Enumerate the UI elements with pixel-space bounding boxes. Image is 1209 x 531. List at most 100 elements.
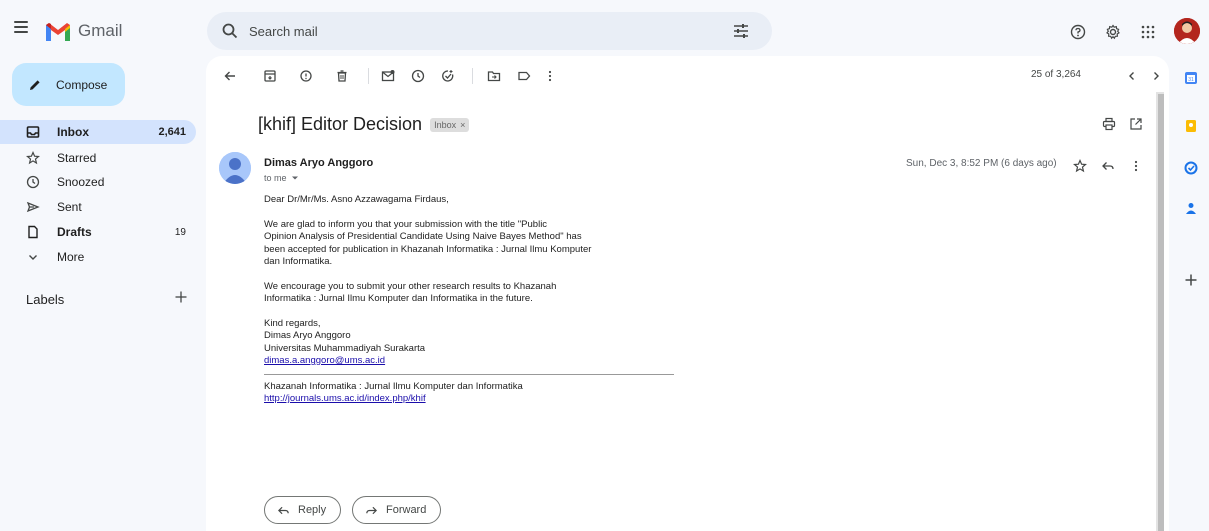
- labels-heading: Labels: [26, 292, 65, 307]
- send-icon: [26, 200, 40, 214]
- sig-line: Dimas Aryo Anggoro: [264, 330, 351, 341]
- sidebar-item-drafts[interactable]: Drafts 19: [0, 220, 196, 244]
- sig-line: Universitas Muhammadiyah Surakarta: [264, 342, 426, 354]
- profile-photo-icon: [1174, 18, 1200, 44]
- signature-divider: [264, 373, 674, 375]
- message-toolbar: 25 of 3,264: [206, 56, 1169, 96]
- unread-count: 2,641: [158, 126, 186, 138]
- add-label-icon[interactable]: [174, 290, 188, 304]
- body-line: dan Informatika.: [264, 256, 333, 267]
- compose-label: Compose: [56, 77, 108, 92]
- search-options-icon[interactable]: [732, 22, 750, 40]
- print-icon[interactable]: [1101, 116, 1117, 132]
- search-icon[interactable]: [221, 22, 239, 40]
- email-body: Dear Dr/Mr/Ms. Asno Azzawagama Firdaus, …: [264, 194, 694, 418]
- draft-icon: [26, 225, 40, 239]
- subject-row: [khif] Editor Decision Inbox ×: [258, 114, 470, 135]
- open-new-window-icon[interactable]: [1128, 116, 1144, 132]
- journal-url-link[interactable]: http://journals.ums.ac.id/index.php/khif: [264, 393, 426, 404]
- calendar-app-icon[interactable]: 31: [1183, 70, 1199, 86]
- report-spam-icon[interactable]: [298, 68, 314, 84]
- sidebar-item-inbox[interactable]: Inbox 2,641: [0, 120, 196, 144]
- message-more-icon[interactable]: [1128, 158, 1144, 174]
- tasks-app-icon[interactable]: [1183, 160, 1199, 176]
- paragraph-encourage: We encourage you to submit your other re…: [264, 281, 694, 306]
- journal-footer: Khazanah Informatika : Jurnal Ilmu Kompu…: [264, 381, 694, 406]
- reply-icon[interactable]: [1100, 158, 1116, 174]
- add-addon-plus-icon[interactable]: [1183, 272, 1199, 288]
- sidebar-item-label: More: [57, 250, 85, 264]
- body-line: Informatika : Jurnal Ilmu Komputer dan I…: [264, 293, 533, 304]
- keep-app-icon[interactable]: [1183, 118, 1199, 134]
- contacts-app-icon[interactable]: [1183, 200, 1199, 216]
- person-icon: [219, 152, 251, 184]
- mark-unread-icon[interactable]: [380, 68, 396, 84]
- forward-arrow-icon: [366, 506, 377, 514]
- sidebar-item-starred[interactable]: Starred: [0, 146, 196, 170]
- recipient-details[interactable]: to me: [264, 173, 300, 183]
- main-menu-icon[interactable]: [14, 21, 28, 33]
- forward-button[interactable]: Forward: [352, 496, 442, 524]
- star-message-icon[interactable]: [1072, 158, 1088, 174]
- svg-text:31: 31: [1188, 77, 1194, 83]
- inbox-icon: [26, 125, 40, 139]
- compose-button[interactable]: Compose: [12, 63, 125, 106]
- sidebar-item-label: Sent: [57, 200, 82, 214]
- gmail-logo[interactable]: Gmail: [44, 20, 122, 42]
- pagination-count: 25 of 3,264: [1030, 69, 1081, 80]
- archive-icon[interactable]: [262, 68, 278, 84]
- sender-avatar[interactable]: [219, 152, 251, 184]
- signature: Kind regards, Dimas Aryo Anggoro Univers…: [264, 318, 694, 368]
- sidebar-item-sent[interactable]: Sent: [0, 195, 196, 219]
- caret-down-icon: [291, 176, 298, 180]
- reply-label: Reply: [298, 504, 327, 516]
- journal-name: Khazanah Informatika : Jurnal Ilmu Kompu…: [264, 380, 523, 392]
- older-chevron-right-icon[interactable]: [1148, 68, 1164, 84]
- sidebar-item-label: Inbox: [57, 125, 89, 139]
- newer-chevron-left-icon[interactable]: [1124, 68, 1140, 84]
- body-line: been accepted for publication in Khazana…: [264, 243, 592, 255]
- add-task-icon[interactable]: [440, 68, 456, 84]
- sidebar-item-snoozed[interactable]: Snoozed: [0, 170, 196, 194]
- paragraph-acceptance: We are glad to inform you that your subm…: [264, 219, 694, 269]
- chevron-down-icon: [26, 250, 40, 264]
- reply-button[interactable]: Reply: [264, 496, 342, 524]
- sidebar-item-label: Drafts: [57, 225, 92, 239]
- draft-count: 19: [174, 226, 186, 238]
- gmail-m-icon: [46, 23, 70, 41]
- search-input[interactable]: [249, 23, 709, 39]
- back-arrow-icon[interactable]: [222, 68, 238, 84]
- app-name: Gmail: [78, 21, 123, 40]
- body-line: We are glad to inform you that your subm…: [264, 218, 548, 230]
- email-subject: [khif] Editor Decision: [258, 114, 423, 134]
- sidebar-item-label: Snoozed: [57, 175, 105, 189]
- sig-line: Kind regards,: [264, 317, 321, 329]
- signature-email-link[interactable]: dimas.a.anggoro@ums.ac.id: [264, 355, 385, 366]
- email-date: Sun, Dec 3, 8:52 PM (6 days ago): [906, 158, 1057, 169]
- scrollbar-thumb[interactable]: [1158, 94, 1164, 531]
- more-vert-icon[interactable]: [542, 68, 558, 84]
- move-to-folder-icon[interactable]: [486, 68, 502, 84]
- label-tag-icon[interactable]: [516, 68, 532, 84]
- account-avatar[interactable]: [1174, 18, 1200, 44]
- inbox-label-chip[interactable]: Inbox ×: [430, 117, 470, 132]
- chip-label: Inbox: [434, 119, 457, 130]
- message-view: 25 of 3,264 [khif] Editor Decision Inbox…: [206, 56, 1169, 531]
- delete-icon[interactable]: [334, 68, 350, 84]
- clock-icon: [26, 175, 40, 189]
- recipient-label: to me: [264, 173, 287, 183]
- pencil-icon: [30, 79, 40, 90]
- body-line: Opinion Analysis of Presidential Candida…: [264, 231, 582, 242]
- settings-gear-icon[interactable]: [1105, 24, 1121, 40]
- sender-name[interactable]: Dimas Aryo Anggoro: [264, 157, 373, 169]
- search-bar[interactable]: [207, 12, 772, 50]
- greeting: Dear Dr/Mr/Ms. Asno Azzawagama Firdaus,: [264, 194, 449, 205]
- body-line: We encourage you to submit your other re…: [264, 280, 557, 292]
- snooze-clock-icon[interactable]: [410, 68, 426, 84]
- reply-arrow-icon: [278, 506, 289, 514]
- apps-grid-icon[interactable]: [1141, 25, 1155, 39]
- remove-label-icon[interactable]: ×: [460, 120, 465, 130]
- sidebar-item-label: Starred: [57, 151, 97, 165]
- help-icon[interactable]: [1070, 24, 1086, 40]
- sidebar-item-more[interactable]: More: [0, 245, 196, 269]
